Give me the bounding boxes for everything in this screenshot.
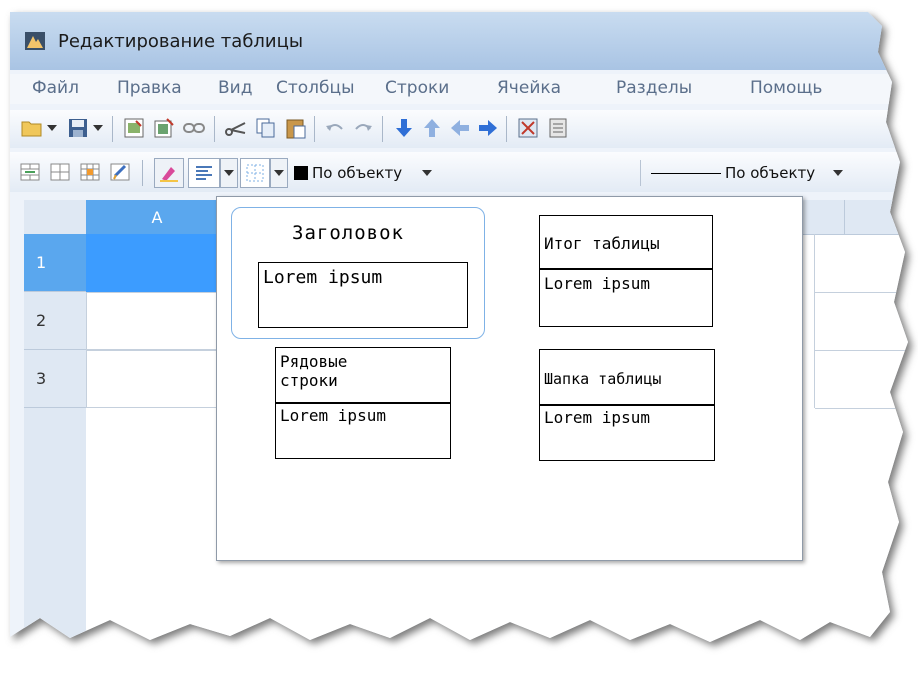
toolbar-separator	[382, 116, 383, 142]
menu-help[interactable]: Помощь	[750, 78, 822, 98]
chevron-down-icon[interactable]	[220, 158, 238, 188]
option-head-header: Шапка таблицы	[544, 370, 662, 388]
row-header-3[interactable]: 3	[24, 350, 86, 408]
option-total-box: Итог таблицы Lorem ipsum	[539, 215, 713, 327]
open-folder-icon[interactable]	[20, 116, 44, 140]
option-head-box: Шапка таблицы Lorem ipsum	[539, 349, 715, 461]
option-title-body: Lorem ipsum	[263, 267, 383, 288]
line-style-dropdown[interactable]: По объекту	[640, 160, 899, 186]
menu-sections[interactable]: Разделы	[616, 78, 692, 98]
option-rows-box: Рядовые строки Lorem ipsum	[275, 347, 451, 459]
column-divider	[844, 200, 845, 234]
line-color-label: По объекту	[312, 164, 403, 182]
cut-icon[interactable]	[224, 116, 248, 140]
text-align-icon[interactable]	[188, 158, 220, 188]
option-total[interactable]: Итог таблицы Lorem ipsum	[539, 215, 715, 327]
menu-columns[interactable]: Столбцы	[276, 78, 355, 98]
arrow-left-icon[interactable]	[448, 116, 472, 140]
option-title-header: Заголовок	[292, 222, 404, 244]
toolbar-separator	[506, 116, 507, 142]
cell-a2[interactable]	[86, 292, 228, 350]
option-head[interactable]: Шапка таблицы Lorem ipsum	[539, 349, 717, 461]
chevron-down-icon	[833, 170, 844, 176]
option-rows-header: Рядовые строки	[280, 352, 348, 390]
menu-bar: Файл Правка Вид Столбцы Строки Ячейка Ра…	[10, 74, 908, 104]
cell-a3[interactable]	[86, 350, 228, 408]
color-swatch	[294, 166, 308, 180]
redo-icon[interactable]	[352, 118, 374, 140]
arrow-right-icon[interactable]	[476, 116, 500, 140]
merge-cells-icon[interactable]	[18, 160, 42, 184]
row-type-popup: Заголовок Lorem ipsum Итог таблицы Lorem…	[216, 196, 803, 561]
edit-cell-icon[interactable]	[108, 160, 132, 184]
split-cells-icon[interactable]	[48, 160, 72, 184]
selected-cell-a1[interactable]	[86, 234, 228, 292]
menu-rows[interactable]: Строки	[385, 78, 449, 98]
menu-file[interactable]: Файл	[32, 78, 79, 98]
chevron-down-icon[interactable]	[46, 120, 58, 136]
table-style-icon[interactable]	[152, 116, 176, 140]
option-total-header: Итог таблицы	[544, 234, 660, 253]
chevron-down-icon	[422, 170, 433, 176]
row-header-2[interactable]: 2	[24, 292, 86, 350]
row-header-1[interactable]: 1	[24, 234, 86, 292]
borders-icon[interactable]	[240, 158, 270, 188]
link-icon[interactable]	[182, 116, 206, 140]
delete-table-icon[interactable]	[516, 116, 540, 140]
chevron-down-icon[interactable]	[92, 120, 104, 136]
app-icon	[25, 32, 45, 50]
format-toolbar: По объекту По объекту	[10, 152, 908, 192]
menu-cell[interactable]: Ячейка	[497, 78, 561, 98]
option-rows[interactable]: Рядовые строки Lorem ipsum	[275, 347, 455, 461]
window-title: Редактирование таблицы	[58, 31, 304, 52]
main-toolbar	[10, 110, 908, 148]
cell-grid-icon[interactable]	[78, 160, 102, 184]
chevron-down-icon[interactable]	[270, 158, 288, 188]
arrow-up-icon[interactable]	[420, 116, 444, 140]
option-rows-body: Lorem ipsum	[280, 406, 386, 425]
toolbar-separator	[314, 116, 315, 142]
column-header-a[interactable]: A	[86, 200, 228, 234]
save-icon[interactable]	[66, 116, 90, 140]
fill-color-icon[interactable]	[154, 158, 184, 188]
option-head-body: Lorem ipsum	[544, 408, 650, 427]
line-color-dropdown[interactable]: По объекту	[294, 160, 462, 186]
table-properties-icon[interactable]	[122, 116, 146, 140]
document-icon[interactable]	[546, 116, 570, 140]
option-title[interactable]: Заголовок Lorem ipsum	[231, 207, 485, 339]
toolbar-separator	[214, 116, 215, 142]
copy-icon[interactable]	[254, 116, 278, 140]
menu-edit[interactable]: Правка	[117, 78, 182, 98]
paste-icon[interactable]	[284, 116, 308, 140]
title-bar: Редактирование таблицы	[10, 12, 908, 70]
undo-icon[interactable]	[324, 118, 346, 140]
option-title-box: Lorem ipsum	[258, 262, 468, 328]
line-sample	[651, 172, 721, 174]
line-style-label: По объекту	[725, 164, 816, 182]
arrow-down-icon[interactable]	[392, 116, 416, 140]
toolbar-separator	[142, 160, 143, 186]
option-total-body: Lorem ipsum	[544, 274, 650, 293]
toolbar-separator	[112, 116, 113, 142]
menu-view[interactable]: Вид	[218, 78, 252, 98]
